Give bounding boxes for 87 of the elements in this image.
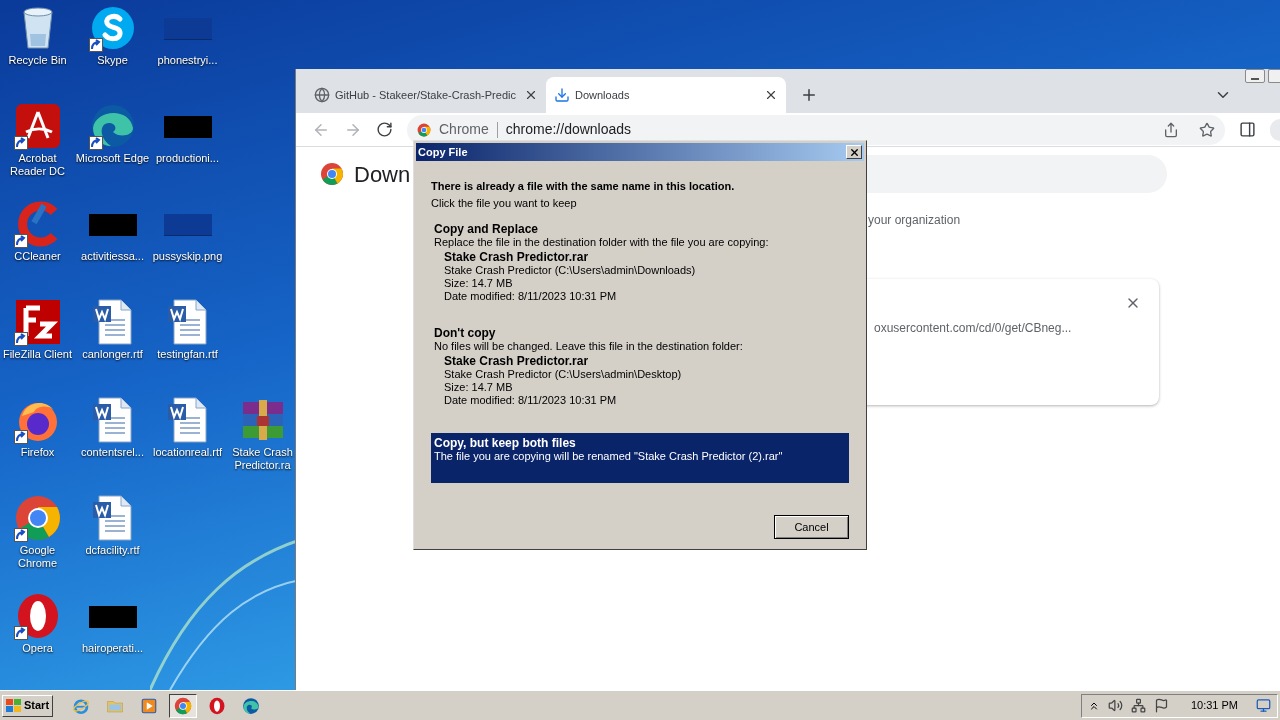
desktop-icon-label[interactable]: Google Chrome (0, 544, 75, 570)
desktop-icon-label[interactable]: CCleaner (0, 250, 75, 263)
desktop-icon-label[interactable]: phonestryi... (150, 54, 225, 67)
shortcut-arrow-icon (13, 528, 28, 542)
page-title: Down (354, 160, 411, 189)
bookmark-star-icon[interactable] (1199, 121, 1215, 138)
tab-title: Downloads (575, 87, 631, 103)
maximize-button[interactable] (1268, 69, 1280, 83)
start-button[interactable]: Start (2, 694, 54, 717)
minimize-button[interactable] (1245, 69, 1265, 83)
desktop-icon-label[interactable]: Firefox (0, 446, 75, 459)
option-description: No files will be changed. Leave this file in the destination folder: (434, 340, 744, 353)
windows-logo-icon (6, 698, 22, 713)
desktop-icon-label[interactable]: testingfan.rtf (150, 348, 225, 361)
desktop-icon-label[interactable]: locationreal.rtf (150, 446, 225, 459)
shortcut-arrow-icon (13, 430, 28, 444)
shortcut-arrow-icon (88, 38, 103, 52)
chrome-logo-icon (320, 162, 344, 186)
flag-icon[interactable] (1153, 698, 1169, 713)
share-icon[interactable] (1163, 121, 1179, 138)
shortcut-arrow-icon (13, 626, 28, 640)
file-date-modified: Date modified: 8/11/2023 10:31 PM (444, 290, 618, 303)
desktop-icon-label[interactable]: contentsrel... (75, 446, 150, 459)
desktop-icon-label[interactable]: productioni... (150, 152, 225, 165)
shortcut-arrow-icon (13, 136, 28, 150)
policy-notice: your organization (868, 212, 961, 229)
desktop-icon-label[interactable]: Acrobat Reader DC (0, 152, 75, 178)
copy-option[interactable]: Copy, but keep both files The file you are copying will be renamed "Stake Crash Predictor (2).rar" (431, 433, 849, 483)
download-url[interactable]: oxusercontent.com/cd/0/get/CBneg... (874, 319, 1072, 337)
desktop-icon-label[interactable]: dcfacility.rtf (75, 544, 150, 557)
desktop-icon-label[interactable]: Skype (75, 54, 150, 67)
file-name: Stake Crash Predictor.rar (444, 355, 590, 368)
acrobat-icon (13, 102, 62, 150)
volume-icon[interactable] (1107, 698, 1123, 713)
shortcut-arrow-icon (88, 136, 103, 150)
desktop-icon-label[interactable]: Microsoft Edge (75, 152, 150, 165)
file-location: Stake Crash Predictor (C:\Users\admin\Desktop) (444, 368, 683, 381)
file-size: Size: 14.7 MB (444, 381, 514, 394)
chrome-icon (13, 494, 62, 542)
close-icon[interactable] (524, 88, 538, 102)
address-bar[interactable]: Chrome chrome://downloads (407, 114, 1225, 145)
dialog-title: Copy File (418, 144, 468, 160)
chrome-icon (174, 696, 193, 715)
file-name: Stake Crash Predictor.rar (444, 251, 590, 264)
opera-icon (208, 696, 227, 715)
cancel-button[interactable]: Cancel (774, 515, 849, 539)
edge-icon (242, 696, 261, 715)
new-tab-icon[interactable] (800, 86, 818, 104)
desktop-icon-label[interactable]: Opera (0, 642, 75, 655)
desktop-icon-label[interactable]: hairoperati... (75, 642, 150, 655)
tab-title: GitHub - Stakeer/Stake-Crash-Predic (335, 87, 517, 103)
download-icon (554, 87, 570, 103)
option-description: Replace the file in the destination folder with the file you are copying: (434, 236, 770, 249)
browser-tab[interactable]: Downloads (546, 77, 786, 113)
network-icon[interactable] (1130, 698, 1146, 713)
clock[interactable]: 10:31 PM (1190, 697, 1238, 714)
file-size: Size: 14.7 MB (444, 277, 514, 290)
close-button[interactable] (846, 145, 862, 159)
show-desktop-icon[interactable] (1256, 698, 1271, 713)
globe-icon (314, 87, 330, 103)
reload-icon[interactable] (376, 121, 393, 138)
taskbar-app-button[interactable] (169, 693, 198, 718)
option-title: Copy, but keep both files (434, 437, 577, 450)
copy-option[interactable]: Don't copy No files will be changed. Leave this file in the destination folder: Stake Crash Predictor.rar Stake Crash Predictor (C:\Users\admin\Desktop) Size: 14.7 MB Date modified: 8/11/2023 10:31 PM (431, 323, 849, 413)
option-description: The file you are copying will be renamed "Stake Crash Predictor (2).rar" (434, 450, 784, 463)
desktop-icon-label[interactable]: Recycle Bin (0, 54, 75, 67)
dialog-heading: There is already a file with the same name in this location. (431, 179, 736, 194)
desktop-icon-label[interactable]: FileZilla Client (0, 348, 75, 361)
dialog-subheading: Click the file you want to keep (431, 195, 578, 211)
file-location: Stake Crash Predictor (C:\Users\admin\Downloads) (444, 264, 697, 277)
side-panel-icon[interactable] (1239, 121, 1256, 138)
option-title: Don't copy (434, 327, 497, 340)
desktop-icon-label[interactable]: Stake Crash Predictor.ra (231, 446, 294, 472)
shortcut-arrow-icon (13, 234, 28, 248)
desktop-icon-label[interactable]: activitiessa... (75, 250, 150, 263)
desktop-icon-label[interactable]: canlonger.rtf (75, 348, 150, 361)
shortcut-arrow-icon (13, 332, 28, 346)
site-label: Chrome (439, 120, 489, 139)
desktop-icon-label[interactable]: pussyskip.png (150, 250, 225, 263)
url-text: chrome://downloads (505, 120, 633, 139)
chrome-chip-icon (417, 122, 431, 137)
file-date-modified: Date modified: 8/11/2023 10:31 PM (444, 394, 618, 407)
close-icon[interactable] (764, 88, 778, 102)
filezilla-icon (13, 298, 62, 346)
option-title: Copy and Replace (434, 223, 540, 236)
close-icon (848, 146, 860, 158)
media-player-icon (140, 696, 159, 715)
